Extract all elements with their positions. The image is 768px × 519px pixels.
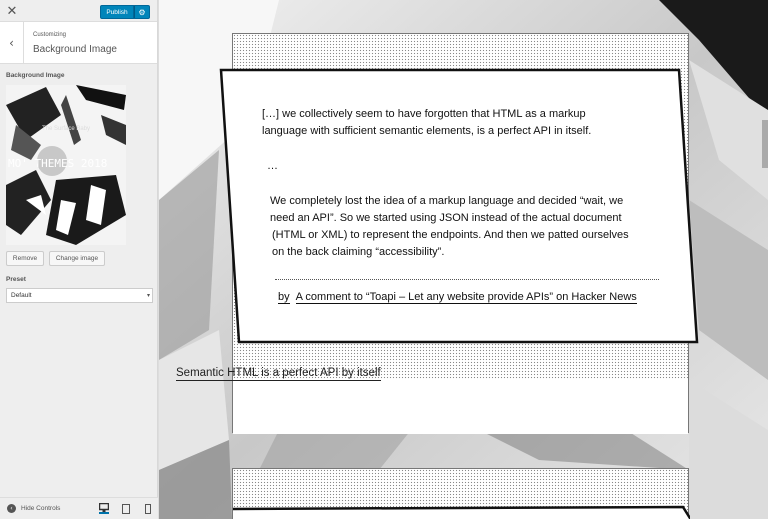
customizing-label: Customizing — [33, 32, 67, 38]
close-icon[interactable]: ✕ — [0, 0, 24, 22]
post-title-link[interactable]: Semantic HTML is a perfect API by itself — [176, 367, 381, 381]
section-header: ‹ Customizing Background Image — [0, 22, 157, 64]
quote-line: language with sufficient semantic elemen… — [262, 125, 592, 137]
customizer-footer: ‹ Hide Controls — [0, 497, 158, 519]
quote-line: We completely lost the idea of a markup … — [270, 195, 624, 207]
remove-button[interactable]: Remove — [6, 251, 44, 266]
preset-label: Preset — [6, 276, 26, 283]
customizer-header: ✕ Publish ⚙ — [0, 0, 157, 22]
publish-button[interactable]: Publish — [100, 5, 134, 19]
thumbnail-title: The Surface Baby — [42, 126, 90, 132]
change-image-button[interactable]: Change image — [49, 251, 105, 266]
scrollbar[interactable] — [762, 120, 768, 168]
chevron-down-icon: ▾ — [146, 293, 150, 299]
quote-line: need an API”. So we started using JSON i… — [270, 212, 622, 224]
site-preview: […] we collectively seem to have forgott… — [159, 0, 768, 519]
thumbnail-artwork: The Surface Baby MO' THEMES 2018 — [6, 85, 126, 245]
hide-controls-button[interactable]: Hide Controls — [21, 505, 60, 512]
quote-separator — [275, 279, 659, 280]
next-quote-box — [221, 505, 692, 519]
quote-line: (HTML or XML) to represent the endpoints… — [272, 229, 629, 241]
customizer-sidebar: ✕ Publish ⚙ ‹ Customizing Background Ima… — [0, 0, 158, 519]
thumbnail-brand: MO' THEMES 2018 — [8, 157, 107, 170]
section-title: Background Image — [33, 44, 117, 55]
background-image-label: Background Image — [6, 72, 65, 79]
background-image-thumbnail[interactable]: The Surface Baby MO' THEMES 2018 — [6, 85, 126, 245]
next-post-card — [221, 468, 692, 519]
tablet-icon[interactable] — [121, 503, 131, 514]
quote-line: […] we collectively seem to have forgott… — [262, 108, 586, 120]
preset-value: Default — [11, 292, 32, 299]
back-arrow-icon[interactable]: ‹ — [0, 22, 24, 64]
citation-link[interactable]: A comment to “Toapi – Let any website pr… — [295, 291, 637, 304]
quote-line: on the back claiming “accessibility”. — [272, 246, 445, 258]
quote-ellipsis: … — [267, 160, 278, 172]
byline-prefix: by — [278, 291, 290, 304]
hide-controls-icon[interactable]: ‹ — [7, 504, 16, 513]
mobile-icon[interactable] — [143, 503, 153, 514]
desktop-icon[interactable] — [99, 503, 109, 514]
post-footer — [233, 379, 688, 434]
gear-icon[interactable]: ⚙ — [134, 5, 150, 19]
quote-byline: by A comment to “Toapi – Let any website … — [278, 291, 637, 304]
preset-select[interactable]: Default ▾ — [6, 288, 153, 303]
